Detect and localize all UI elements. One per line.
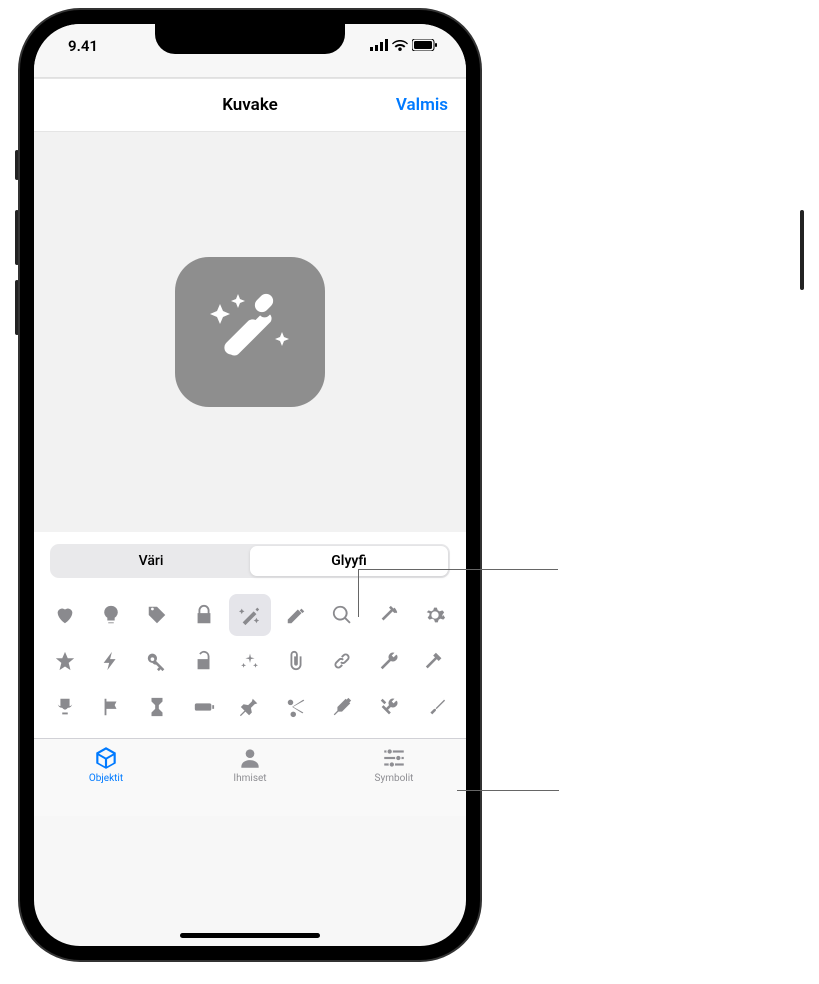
tools-icon (378, 696, 400, 718)
segment-glyph[interactable]: Glyyfi (250, 546, 448, 576)
sparkle-icon (239, 650, 261, 672)
battery-icon (412, 37, 438, 55)
glyph-screwdriver[interactable] (414, 686, 456, 728)
gear-icon (424, 604, 446, 626)
home-indicator[interactable] (180, 933, 320, 938)
lock-icon (193, 604, 215, 626)
glyph-hammer[interactable] (414, 640, 456, 682)
hammer-icon (424, 650, 446, 672)
tab-objects-label: Objektit (89, 773, 123, 784)
glyph-tools[interactable] (368, 686, 410, 728)
hourglass-icon (146, 696, 168, 718)
done-button[interactable]: Valmis (396, 95, 448, 115)
cellular-icon (370, 37, 388, 55)
pickaxe-icon (378, 604, 400, 626)
tag-icon (146, 604, 168, 626)
glyph-tag[interactable] (136, 594, 178, 636)
icon-preview-area (34, 132, 466, 532)
glyph-star[interactable] (44, 640, 86, 682)
segment-color[interactable]: Väri (52, 546, 250, 576)
phone-screen: 9.41 Kuvake Valmis (34, 24, 466, 946)
glyph-pickaxe[interactable] (368, 594, 410, 636)
heart-icon (54, 604, 76, 626)
trophy-icon (54, 696, 76, 718)
scissors-icon (285, 696, 307, 718)
nav-title: Kuvake (222, 95, 278, 115)
glyph-lightbulb[interactable] (90, 594, 132, 636)
icon-preview (175, 257, 325, 407)
glyph-pencil[interactable] (275, 594, 317, 636)
glyph-gear[interactable] (414, 594, 456, 636)
tab-people-label: Ihmiset (233, 773, 266, 784)
nav-bar: Kuvake Valmis (34, 78, 466, 132)
magnifier-icon (331, 604, 353, 626)
wand-icon (239, 604, 261, 626)
callout-line (358, 569, 359, 617)
cube-icon (93, 745, 119, 771)
segmented-control-wrap: Väri Glyyfi (34, 532, 466, 588)
tab-people[interactable]: Ihmiset (178, 745, 322, 816)
tab-objects[interactable]: Objektit (34, 745, 178, 816)
callout-line (457, 790, 559, 791)
status-indicators (370, 37, 438, 55)
lightbulb-icon (100, 604, 122, 626)
battery-icon (193, 696, 215, 718)
glyph-wand[interactable] (229, 594, 271, 636)
sliders-icon (381, 745, 407, 771)
glyph-paperclip[interactable] (275, 640, 317, 682)
phone-frame: 9.41 Kuvake Valmis (20, 10, 480, 960)
bolt-icon (100, 650, 122, 672)
pin-icon (239, 696, 261, 718)
volume-up-button (15, 210, 19, 265)
wifi-icon (392, 37, 408, 55)
glyph-hourglass[interactable] (136, 686, 178, 728)
screwdriver-icon (424, 696, 446, 718)
glyph-heart[interactable] (44, 594, 86, 636)
pencil-icon (285, 604, 307, 626)
volume-down-button (15, 280, 19, 335)
glyph-battery[interactable] (183, 686, 225, 728)
glyph-eyedropper[interactable] (321, 686, 363, 728)
glyph-sparkle[interactable] (229, 640, 271, 682)
wand-icon (200, 282, 300, 382)
person-icon (237, 745, 263, 771)
glyph-link[interactable] (321, 640, 363, 682)
key-icon (146, 650, 168, 672)
glyph-picker (34, 588, 466, 738)
glyph-pin[interactable] (229, 686, 271, 728)
glyph-bolt[interactable] (90, 640, 132, 682)
unlock-icon (193, 650, 215, 672)
mute-switch (15, 150, 19, 180)
tab-symbols-label: Symbolit (375, 773, 414, 784)
status-time: 9.41 (68, 37, 98, 55)
eyedropper-icon (331, 696, 353, 718)
star-icon (54, 650, 76, 672)
glyph-unlock[interactable] (183, 640, 225, 682)
tab-bar: Objektit Ihmiset Symbolit (34, 738, 466, 816)
glyph-lock[interactable] (183, 594, 225, 636)
glyph-scissors[interactable] (275, 686, 317, 728)
glyph-wrench[interactable] (368, 640, 410, 682)
glyph-key[interactable] (136, 640, 178, 682)
tab-symbols[interactable]: Symbolit (322, 745, 466, 816)
flag-icon (100, 696, 122, 718)
power-button (800, 210, 804, 290)
segmented-control: Väri Glyyfi (50, 544, 450, 578)
callout-line (358, 569, 558, 570)
notch (155, 24, 345, 54)
paperclip-icon (285, 650, 307, 672)
link-icon (331, 650, 353, 672)
wrench-icon (378, 650, 400, 672)
glyph-trophy[interactable] (44, 686, 86, 728)
glyph-flag[interactable] (90, 686, 132, 728)
